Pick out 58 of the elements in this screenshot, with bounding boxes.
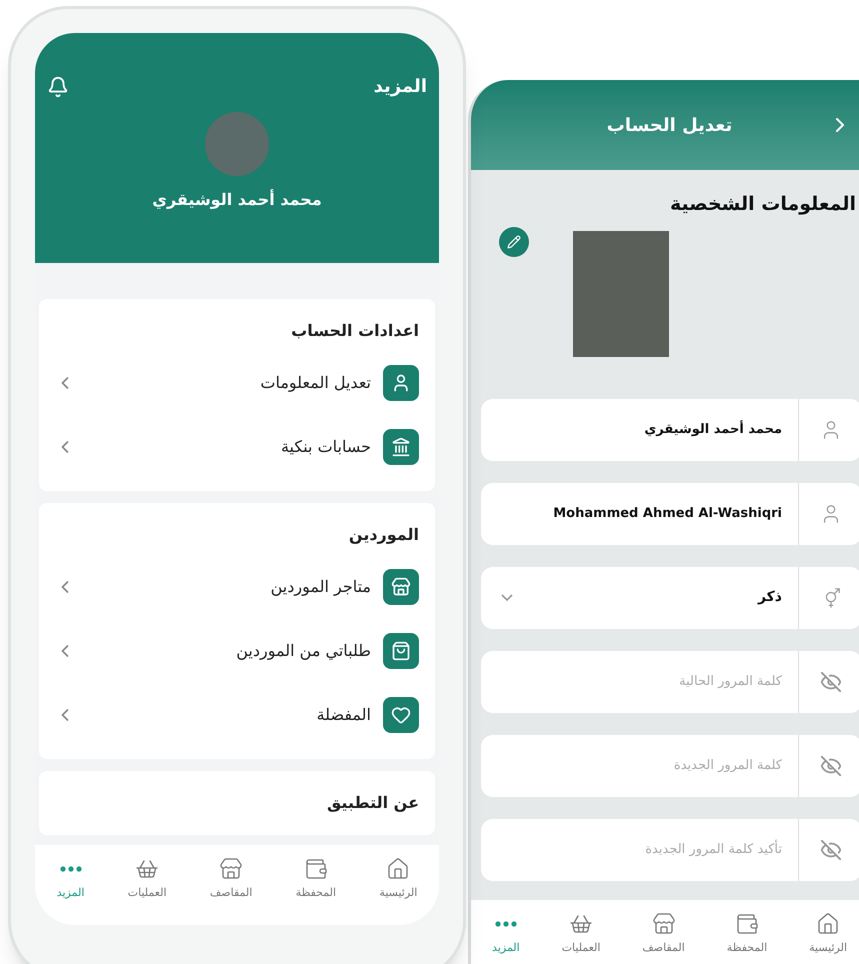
nav-tab[interactable]: المحفظة bbox=[296, 857, 336, 902]
nav-tab[interactable]: الرئيسية bbox=[379, 857, 418, 902]
screen-title: تعديل الحساب bbox=[606, 114, 734, 138]
field-value: Mohammed Ahmed Al-Washiqri bbox=[552, 504, 783, 523]
wallet-icon bbox=[304, 857, 328, 881]
more-icon bbox=[494, 921, 517, 927]
wallet-icon bbox=[734, 912, 759, 936]
field-value: ذكر bbox=[756, 588, 783, 607]
nav-tab[interactable]: المقاصف bbox=[210, 857, 252, 902]
menu-item[interactable]: متاجر الموردين bbox=[55, 555, 419, 619]
menu-item-label: حسابات بنكية bbox=[280, 436, 371, 458]
menu-item[interactable]: طلباتي من الموردين bbox=[55, 619, 419, 683]
menu-item[interactable]: حسابات بنكية bbox=[55, 415, 419, 479]
nav-tab[interactable]: المقاصف bbox=[642, 912, 685, 956]
hidden-eye-icon[interactable] bbox=[820, 754, 842, 776]
input-field[interactable]: ذكر bbox=[481, 566, 859, 628]
nav-tab[interactable]: المزيد bbox=[492, 912, 520, 956]
edit-button[interactable] bbox=[499, 226, 529, 256]
field-value: محمد أحمد الوشيقري bbox=[643, 420, 783, 439]
user-icon bbox=[383, 365, 419, 401]
section-title: اعدادات الحساب bbox=[290, 320, 419, 342]
menu-item-label: طلباتي من الموردين bbox=[235, 640, 371, 662]
store-icon bbox=[219, 857, 244, 881]
bag-icon bbox=[383, 633, 419, 669]
nav-tab[interactable]: العمليات bbox=[562, 912, 600, 956]
bank-icon bbox=[383, 429, 419, 465]
input-field[interactable]: محمد أحمد الوشيقري bbox=[481, 398, 859, 460]
section-title: المعلومات الشخصية bbox=[668, 192, 857, 217]
pencil-icon bbox=[507, 234, 521, 248]
menu-item-label: متاجر الموردين bbox=[270, 576, 371, 598]
home-icon bbox=[816, 912, 840, 936]
home-icon bbox=[386, 857, 410, 881]
store-icon bbox=[652, 912, 676, 936]
notification-bell-icon[interactable] bbox=[47, 76, 69, 98]
field-placeholder: تأكيد كلمة المرور الجديدة bbox=[644, 840, 783, 859]
section-title: عن التطبيق bbox=[326, 792, 419, 814]
menu-item-label: المفضلة bbox=[316, 704, 371, 726]
field-placeholder: كلمة المرور الجديدة bbox=[672, 756, 783, 775]
field-placeholder: كلمة المرور الحالية bbox=[678, 672, 783, 691]
dropdown-caret-icon bbox=[501, 594, 513, 601]
input-field[interactable]: Mohammed Ahmed Al-Washiqri bbox=[481, 482, 859, 544]
screen-title: المزيد bbox=[374, 75, 427, 99]
menu-item[interactable]: المفضلة bbox=[55, 683, 419, 747]
nav-tab[interactable]: العمليات bbox=[128, 857, 167, 902]
input-field[interactable]: كلمة المرور الحالية bbox=[481, 650, 859, 712]
user-name: محمد أحمد الوشيقري bbox=[152, 188, 322, 211]
nav-tab[interactable]: المحفظة bbox=[726, 912, 768, 956]
section-title: الموردين bbox=[348, 524, 419, 546]
nav-tab[interactable]: الرئيسية bbox=[809, 912, 848, 956]
nav-tab[interactable]: المزيد bbox=[56, 857, 84, 902]
input-field[interactable]: كلمة المرور الجديدة bbox=[481, 734, 859, 796]
input-field[interactable]: تأكيد كلمة المرور الجديدة bbox=[481, 818, 859, 880]
store-icon bbox=[383, 569, 419, 605]
more-icon bbox=[60, 866, 82, 872]
menu-item[interactable]: تعديل المعلومات bbox=[55, 351, 419, 415]
hidden-eye-icon[interactable] bbox=[820, 838, 842, 860]
hidden-eye-icon[interactable] bbox=[820, 670, 842, 692]
menu-item-label: تعديل المعلومات bbox=[259, 372, 371, 394]
